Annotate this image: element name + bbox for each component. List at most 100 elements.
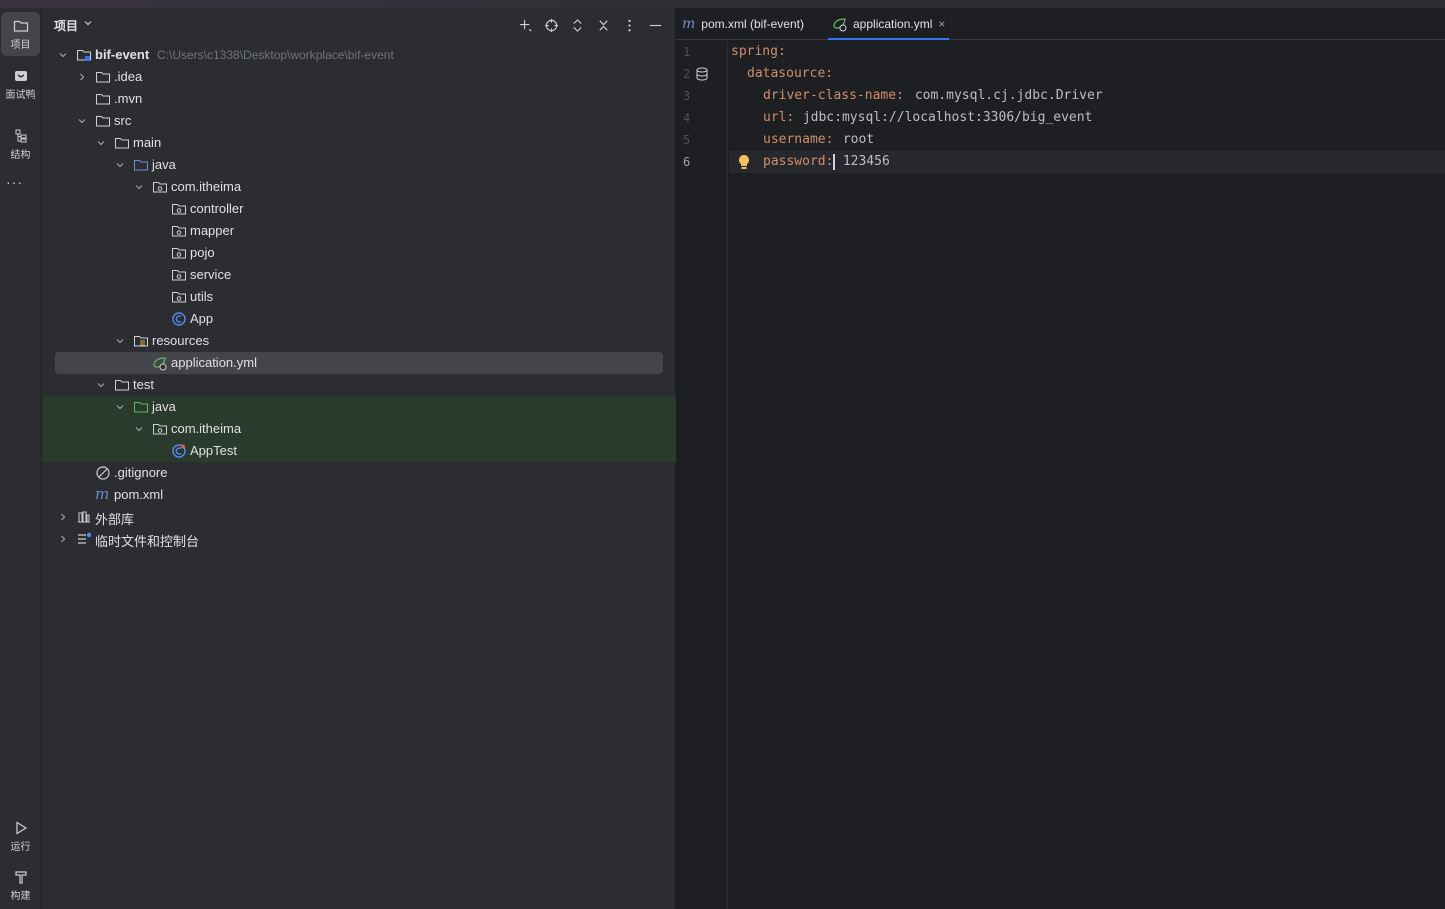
tree-item-label: .idea: [114, 69, 143, 84]
chevron-down-icon[interactable]: [95, 379, 107, 391]
tab-label: application.yml: [853, 17, 933, 31]
yaml-key: username:: [763, 132, 834, 147]
maven-icon: m: [682, 16, 696, 32]
code-line[interactable]: datasource:: [729, 63, 1445, 85]
chevron-down-icon[interactable]: [76, 115, 88, 127]
tree-item-label: main: [133, 135, 162, 150]
chevron-down-icon[interactable]: [133, 181, 145, 193]
tree-item[interactable]: mapper: [42, 220, 676, 242]
package-icon: [172, 226, 186, 237]
tree-item[interactable]: m pom.xml: [42, 484, 676, 506]
activity-duck[interactable]: 面试鸭: [1, 62, 40, 106]
line-number-current: 6: [683, 155, 691, 169]
chevron-down-icon[interactable]: [114, 159, 126, 171]
chevron-down-icon[interactable]: [82, 17, 94, 29]
code-line[interactable]: url: jdbc:mysql://localhost:3306/big_eve…: [729, 107, 1445, 129]
tree-item[interactable]: com.itheima: [42, 418, 676, 440]
tree-item[interactable]: service: [42, 264, 676, 286]
tree-item[interactable]: src: [42, 110, 676, 132]
tree-item-label: 临时文件和控制台: [95, 534, 200, 549]
activity-project[interactable]: 项目: [1, 12, 40, 56]
line-number-gutter: 1 2 3 4 5 6: [676, 41, 728, 909]
tree-item-label: resources: [152, 333, 210, 348]
tree-root[interactable]: bif-event C:\Users\c1338\Desktop\workpla…: [42, 44, 676, 66]
database-icon[interactable]: [696, 67, 708, 81]
structure-icon: [15, 129, 26, 142]
tree-item[interactable]: controller: [42, 198, 676, 220]
chevron-down-icon[interactable]: [114, 335, 126, 347]
chevron-right-icon[interactable]: [57, 511, 69, 523]
yaml-value: 123456: [835, 154, 890, 169]
tree-item[interactable]: test: [42, 374, 676, 396]
more-tools-icon[interactable]: ···: [6, 174, 22, 190]
scratches-icon: [78, 532, 92, 544]
tree-item[interactable]: java: [42, 154, 676, 176]
module-folder-icon: [77, 50, 91, 61]
options-menu-icon[interactable]: [620, 16, 638, 34]
tree-item[interactable]: pojo: [42, 242, 676, 264]
tree-item-label: application.yml: [171, 355, 257, 370]
tree-item[interactable]: com.itheima: [42, 176, 676, 198]
chevron-right-icon[interactable]: [76, 71, 88, 83]
chevron-down-icon[interactable]: [133, 423, 145, 435]
tree-root-label: bif-event: [95, 47, 150, 62]
spring-class-icon: [172, 312, 186, 326]
folder-icon: [13, 20, 28, 32]
tree-item-selected[interactable]: application.yml: [42, 352, 676, 374]
project-panel-title[interactable]: 项目: [54, 17, 78, 34]
tab-application-yml[interactable]: application.yml ×: [828, 8, 950, 40]
code-line[interactable]: spring:: [729, 41, 1445, 63]
lightbulb-icon[interactable]: [737, 154, 751, 170]
package-icon: [172, 248, 186, 259]
chevron-down-icon[interactable]: [95, 137, 107, 149]
collapse-all-icon[interactable]: [594, 16, 612, 34]
line-number: 3: [683, 89, 691, 103]
yaml-key: password:: [763, 154, 834, 169]
expand-collapse-icon[interactable]: [568, 16, 586, 34]
chevron-right-icon[interactable]: [57, 533, 69, 545]
tree-item[interactable]: .idea: [42, 66, 676, 88]
maven-icon: m: [95, 485, 110, 503]
tree-item[interactable]: main: [42, 132, 676, 154]
line-number: 1: [683, 45, 691, 59]
activity-structure[interactable]: 结构: [1, 122, 40, 166]
tree-item-label: java: [152, 157, 176, 172]
tree-item[interactable]: 临时文件和控制台: [42, 528, 676, 550]
folder-icon: [115, 380, 129, 391]
activity-project-label: 项目: [10, 39, 31, 51]
add-icon[interactable]: [516, 16, 534, 34]
code-line[interactable]: driver-class-name: com.mysql.cj.jdbc.Dri…: [729, 85, 1445, 107]
chevron-down-icon[interactable]: [114, 401, 126, 413]
code-line[interactable]: username: root: [729, 129, 1445, 151]
duck-icon: [14, 70, 27, 81]
tree-item[interactable]: utils: [42, 286, 676, 308]
tree-item-label: java: [152, 399, 176, 414]
minimize-icon[interactable]: [646, 16, 664, 34]
tree-item-label: com.itheima: [171, 179, 242, 194]
project-panel: 项目 bif-event C:\Users\c1338\Desktop\work…: [42, 8, 676, 909]
tree-item-label: AppTest: [190, 443, 237, 458]
tree-item-label: 外部库: [95, 512, 135, 527]
tree-item[interactable]: AppTest: [42, 440, 676, 462]
locate-icon[interactable]: [542, 16, 560, 34]
tab-pom-xml[interactable]: m pom.xml (bif-event): [682, 8, 804, 40]
activity-run[interactable]: 运行: [1, 814, 40, 858]
activity-build[interactable]: 构建: [1, 863, 40, 907]
editor-area: m pom.xml (bif-event) application.yml × …: [676, 8, 1445, 909]
tree-item[interactable]: .gitignore: [42, 462, 676, 484]
library-icon: [78, 511, 90, 523]
package-icon: [153, 424, 167, 435]
tree-item[interactable]: resources: [42, 330, 676, 352]
tree-item[interactable]: java: [42, 396, 676, 418]
tree-item[interactable]: App: [42, 308, 676, 330]
tree-item-label: mapper: [190, 223, 235, 238]
code-line-current[interactable]: password: 123456: [729, 151, 1445, 173]
folder-icon: [115, 138, 129, 149]
line-number: 2: [676, 63, 728, 85]
tree-item-label: src: [114, 113, 132, 128]
chevron-down-icon[interactable]: [57, 49, 69, 61]
tree-item[interactable]: 外部库: [42, 506, 676, 528]
activity-bar: 项目 面试鸭 结构 ··· 运行 构建: [0, 8, 42, 909]
close-icon[interactable]: ×: [938, 17, 945, 31]
tree-item[interactable]: .mvn: [42, 88, 676, 110]
